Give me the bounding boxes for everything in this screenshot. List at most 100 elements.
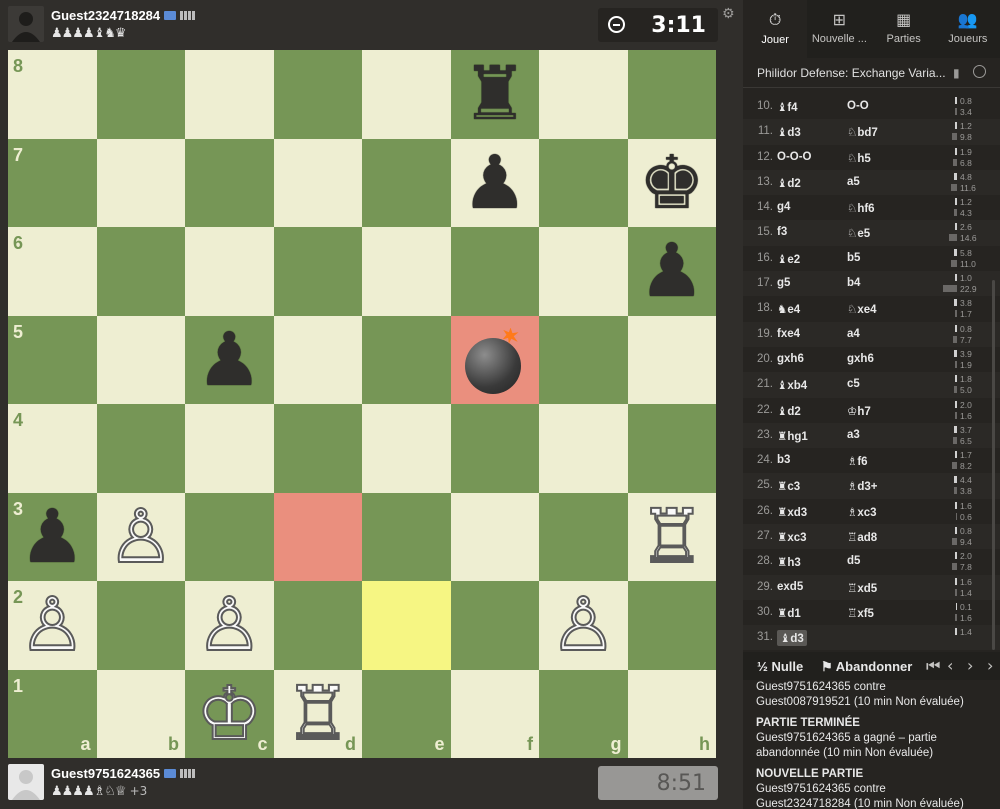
square-e1[interactable]: e <box>362 669 451 758</box>
book-icon[interactable]: ▮ <box>953 66 960 80</box>
white-piece-a2[interactable]: ♙ <box>18 587 86 663</box>
black-move[interactable]: ♗xc3 <box>847 505 877 519</box>
square-g3[interactable] <box>539 492 628 581</box>
square-d8[interactable] <box>273 50 362 139</box>
square-f2[interactable] <box>450 581 539 670</box>
square-f4[interactable] <box>450 404 539 493</box>
square-a5[interactable]: 5 <box>8 315 97 404</box>
square-h1[interactable]: h <box>627 669 716 758</box>
square-h2[interactable] <box>627 581 716 670</box>
black-move[interactable]: ♖xf5 <box>847 606 874 620</box>
square-c3[interactable] <box>185 492 274 581</box>
white-move[interactable]: ♜hg1 <box>777 429 808 443</box>
square-a7[interactable]: 7 <box>8 138 97 227</box>
bottom-player-name[interactable]: Guest9751624365 <box>51 766 160 781</box>
square-e2[interactable] <box>362 581 451 670</box>
square-e4[interactable] <box>362 404 451 493</box>
square-c1[interactable]: c ♔ <box>185 669 274 758</box>
black-move[interactable]: ♗d3+ <box>847 479 877 493</box>
square-g1[interactable]: g <box>539 669 628 758</box>
black-piece-a3[interactable]: ♟ <box>19 500 85 574</box>
tab-1[interactable]: ⊞ Nouvelle ... <box>807 0 871 58</box>
square-h5[interactable] <box>627 315 716 404</box>
black-move[interactable]: ♖ad8 <box>847 530 877 544</box>
square-f3[interactable] <box>450 492 539 581</box>
white-move[interactable]: fxe4 <box>777 328 800 340</box>
white-move[interactable]: ♝d3 <box>777 630 807 647</box>
square-e8[interactable] <box>362 50 451 139</box>
square-g2[interactable]: ♙ <box>539 581 628 670</box>
prev-move-icon[interactable]: ‹ <box>947 656 953 675</box>
white-move[interactable]: b3 <box>777 454 790 466</box>
square-b4[interactable] <box>96 404 185 493</box>
draw-button[interactable]: ½ Nulle <box>757 659 803 674</box>
square-d5[interactable] <box>273 315 362 404</box>
first-move-icon[interactable]: ⏮ <box>926 656 940 676</box>
black-move[interactable]: d5 <box>847 555 860 567</box>
white-move[interactable]: gxh6 <box>777 353 804 365</box>
black-move[interactable]: ♔h7 <box>847 404 871 418</box>
chess-board[interactable]: 8 ♜ 7 ♟ ♚ 6 ♟ 5 ♟ 4 3 ♟ ♙ ♖ 2 ♙ ♙ ♙ 1 a b c ♔ d ♖ e f g h <box>8 50 716 758</box>
opening-name[interactable]: Philidor Defense: Exchange Varia... <box>757 66 946 80</box>
square-g8[interactable] <box>539 50 628 139</box>
square-b3[interactable]: ♙ <box>96 492 185 581</box>
white-move[interactable]: ♜xc3 <box>777 530 807 544</box>
black-move[interactable]: a3 <box>847 429 860 441</box>
square-d6[interactable] <box>273 227 362 316</box>
white-move[interactable]: g4 <box>777 201 790 213</box>
square-g7[interactable] <box>539 138 628 227</box>
black-piece-f7[interactable]: ♟ <box>462 146 528 220</box>
white-move[interactable]: ♝d2 <box>777 404 801 418</box>
bottom-player-avatar[interactable] <box>8 764 44 800</box>
white-piece-c1[interactable]: ♔ <box>195 676 263 752</box>
black-piece-h6[interactable]: ♟ <box>639 234 705 308</box>
white-move[interactable]: ♝d3 <box>777 125 801 139</box>
white-move[interactable]: g5 <box>777 277 790 289</box>
square-e7[interactable] <box>362 138 451 227</box>
square-c4[interactable] <box>185 404 274 493</box>
white-move[interactable]: ♞e4 <box>777 302 800 316</box>
square-a2[interactable]: 2 ♙ <box>8 581 97 670</box>
square-c2[interactable]: ♙ <box>185 581 274 670</box>
square-b7[interactable] <box>96 138 185 227</box>
square-b1[interactable]: b <box>96 669 185 758</box>
white-move[interactable]: ♝e2 <box>777 252 800 266</box>
white-piece-h3[interactable]: ♖ <box>638 499 706 575</box>
square-h6[interactable]: ♟ <box>627 227 716 316</box>
white-move[interactable]: ♜h3 <box>777 555 801 569</box>
black-move[interactable]: ♘xe4 <box>847 302 877 316</box>
move-list-scrollbar[interactable] <box>992 280 995 650</box>
square-c6[interactable] <box>185 227 274 316</box>
black-move[interactable]: c5 <box>847 378 860 390</box>
top-player-name[interactable]: Guest2324718284 <box>51 8 160 23</box>
square-f8[interactable]: ♜ <box>450 50 539 139</box>
explorer-icon[interactable] <box>973 65 986 78</box>
square-b6[interactable] <box>96 227 185 316</box>
white-piece-d1[interactable]: ♖ <box>284 676 352 752</box>
square-a1[interactable]: 1a <box>8 669 97 758</box>
white-piece-c2[interactable]: ♙ <box>195 587 263 663</box>
square-d4[interactable] <box>273 404 362 493</box>
black-move[interactable]: ♘hf6 <box>847 201 875 215</box>
square-h8[interactable] <box>627 50 716 139</box>
square-d3[interactable] <box>273 492 362 581</box>
black-move[interactable]: ♘bd7 <box>847 125 878 139</box>
white-move[interactable]: ♝d2 <box>777 176 801 190</box>
square-c8[interactable] <box>185 50 274 139</box>
white-move[interactable]: f3 <box>777 226 787 238</box>
white-move[interactable]: O-O-O <box>777 151 812 163</box>
next-move-icon[interactable]: › <box>967 656 973 675</box>
black-move[interactable]: ♘h5 <box>847 151 871 165</box>
black-piece-c5[interactable]: ♟ <box>196 323 262 397</box>
square-c5[interactable]: ♟ <box>185 315 274 404</box>
square-d7[interactable] <box>273 138 362 227</box>
square-e6[interactable] <box>362 227 451 316</box>
square-d1[interactable]: d ♖ <box>273 669 362 758</box>
black-move[interactable]: O-O <box>847 100 869 112</box>
square-b2[interactable] <box>96 581 185 670</box>
square-b5[interactable] <box>96 315 185 404</box>
last-move-icon[interactable]: › <box>987 656 993 675</box>
white-move[interactable]: ♝f4 <box>777 100 798 114</box>
square-g5[interactable] <box>539 315 628 404</box>
square-c7[interactable] <box>185 138 274 227</box>
